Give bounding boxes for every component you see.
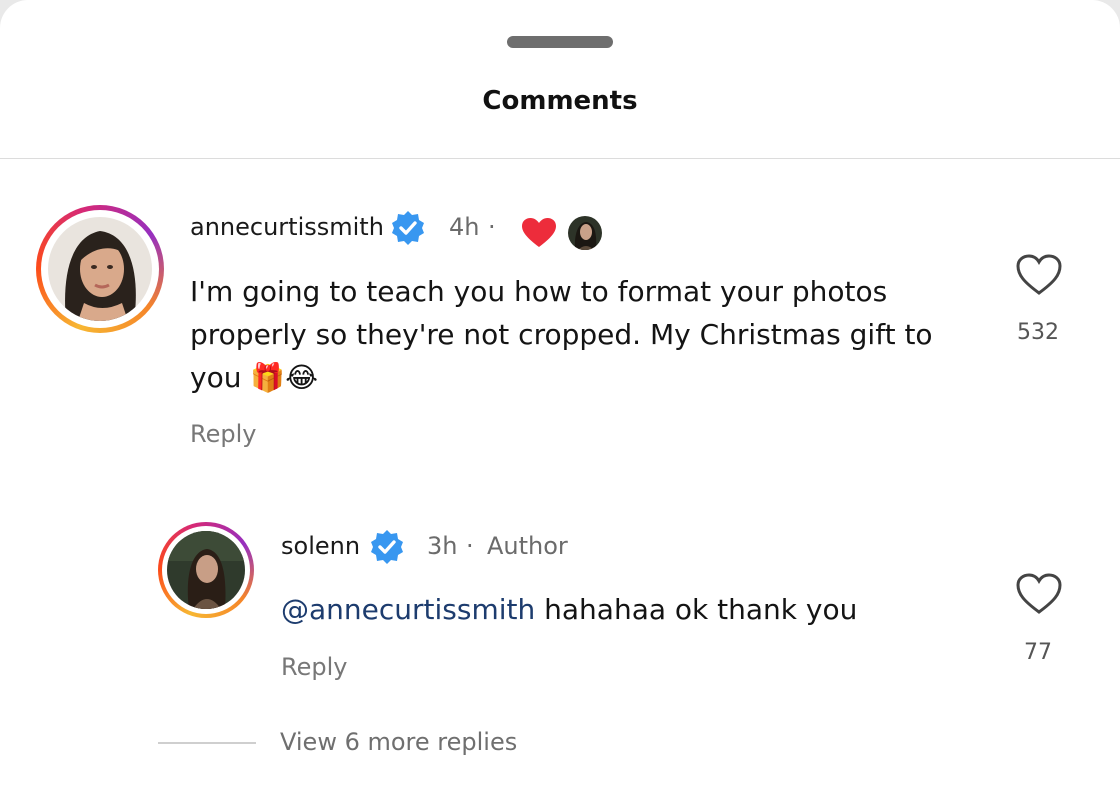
reply-button[interactable]: Reply xyxy=(190,420,256,448)
meta-separator: · xyxy=(488,213,496,241)
comment-line-last: you 🎁😂 xyxy=(190,356,933,399)
comment-username[interactable]: annecurtissmith xyxy=(190,213,384,241)
reply-body: hahahaa ok thank you xyxy=(535,593,858,626)
reply-avatar-story-ring[interactable] xyxy=(158,522,254,618)
gift-laugh-emoji-icon: 🎁😂 xyxy=(250,361,318,394)
reply-avatar xyxy=(167,531,245,609)
like-count: 532 xyxy=(1017,320,1059,345)
reply-profile-photo-icon xyxy=(167,531,245,609)
verified-badge-icon xyxy=(389,209,427,251)
reply-time: 3h xyxy=(427,532,458,560)
author-label: Author xyxy=(487,532,568,560)
avatar xyxy=(48,217,152,321)
comment-line: properly so they're not cropped. My Chri… xyxy=(190,318,933,351)
comment-text: I'm going to teach you how to format you… xyxy=(190,270,933,399)
sheet-title: Comments xyxy=(482,86,638,116)
reply-button[interactable]: Reply xyxy=(281,653,347,681)
like-count: 77 xyxy=(1024,640,1052,665)
liker-photo-icon xyxy=(568,216,602,250)
comments-sheet: Comments annecurtissmith 4h · I'm going … xyxy=(0,0,1120,803)
drag-handle[interactable] xyxy=(507,36,613,48)
comment-time: 4h xyxy=(449,213,480,241)
avatar-story-ring[interactable] xyxy=(36,205,164,333)
liker-avatar xyxy=(568,216,602,250)
meta-separator: · xyxy=(466,532,474,560)
liked-by-author-heart-icon xyxy=(521,217,557,253)
view-more-replies-button[interactable]: View 6 more replies xyxy=(280,728,517,756)
reply-text: @annecurtissmith hahahaa ok thank you xyxy=(281,588,857,631)
mention-link[interactable]: @annecurtissmith xyxy=(281,593,535,626)
like-heart-icon[interactable] xyxy=(1015,253,1063,301)
thread-line xyxy=(158,742,256,744)
like-heart-icon[interactable] xyxy=(1015,572,1063,620)
verified-badge-icon xyxy=(368,528,406,570)
comment-line: I'm going to teach you how to format you… xyxy=(190,275,888,308)
profile-photo-icon xyxy=(48,217,152,321)
header-divider xyxy=(0,158,1120,159)
reply-username[interactable]: solenn xyxy=(281,532,360,560)
comment-line: you xyxy=(190,361,242,394)
